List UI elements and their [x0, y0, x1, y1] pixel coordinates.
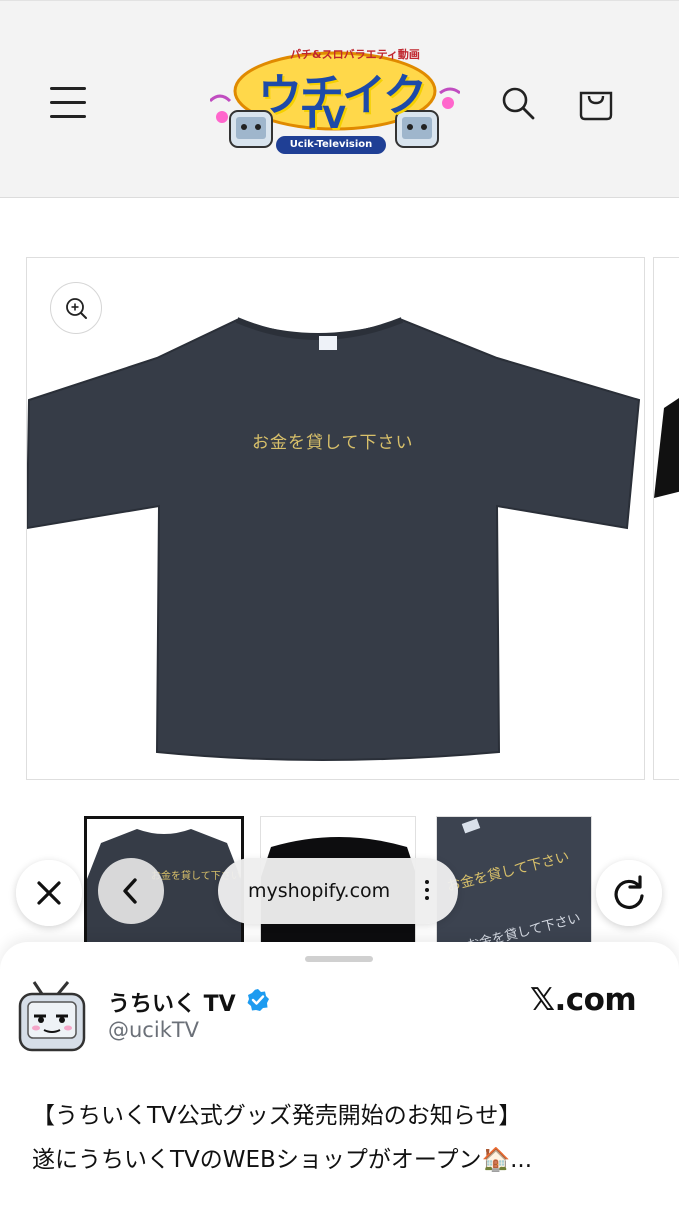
back-button[interactable] — [98, 858, 164, 924]
tweet-text-line-1: 【うちいくTV公式グッズ発売開始のお知らせ】 — [32, 1103, 522, 1129]
zoom-button[interactable] — [50, 282, 102, 334]
account-name[interactable]: うちいく TV — [108, 986, 236, 1018]
shirt-print-text: お金を貸して下さい — [252, 433, 414, 453]
close-icon — [37, 881, 61, 905]
zoom-in-icon — [66, 298, 87, 319]
sheet-grabber[interactable] — [305, 956, 373, 962]
reload-icon — [614, 875, 644, 909]
avatar[interactable] — [14, 980, 94, 1060]
tweet-text-line-2: 遂にうちいくTVのWEBショップがオープン🏠... — [32, 1147, 533, 1173]
cart-icon[interactable] — [578, 83, 614, 121]
logo-subtitle: Ucik-Television — [276, 136, 386, 154]
address-bar[interactable]: myshopify.com — [218, 858, 458, 924]
more-options-icon[interactable] — [424, 880, 430, 902]
account-handle[interactable]: @ucikTV — [108, 1018, 199, 1042]
store-header: パチ&スロバラエティ動画 ウチイク TV Ucik-Television — [0, 0, 679, 198]
close-button[interactable] — [16, 860, 82, 926]
thumbnail-3[interactable]: お金を貸して下さい お金を貸して下さい — [436, 816, 592, 956]
search-icon[interactable] — [500, 85, 536, 121]
menu-icon[interactable] — [50, 85, 88, 121]
source-domain: 𝕏.com — [530, 982, 637, 1018]
chevron-left-icon — [123, 878, 137, 904]
logo-tv: TV — [302, 101, 346, 136]
reload-button[interactable] — [596, 860, 662, 926]
product-main-image[interactable] — [26, 257, 645, 780]
tshirt-image — [27, 317, 641, 761]
product-next-image[interactable] — [653, 257, 679, 780]
url-text: myshopify.com — [248, 880, 391, 902]
verified-badge-icon — [246, 988, 270, 1012]
link-preview-sheet[interactable]: うちいく TV @ucikTV 𝕏.com 【うちいくTV公式グッズ発売開始のお… — [0, 942, 679, 1212]
